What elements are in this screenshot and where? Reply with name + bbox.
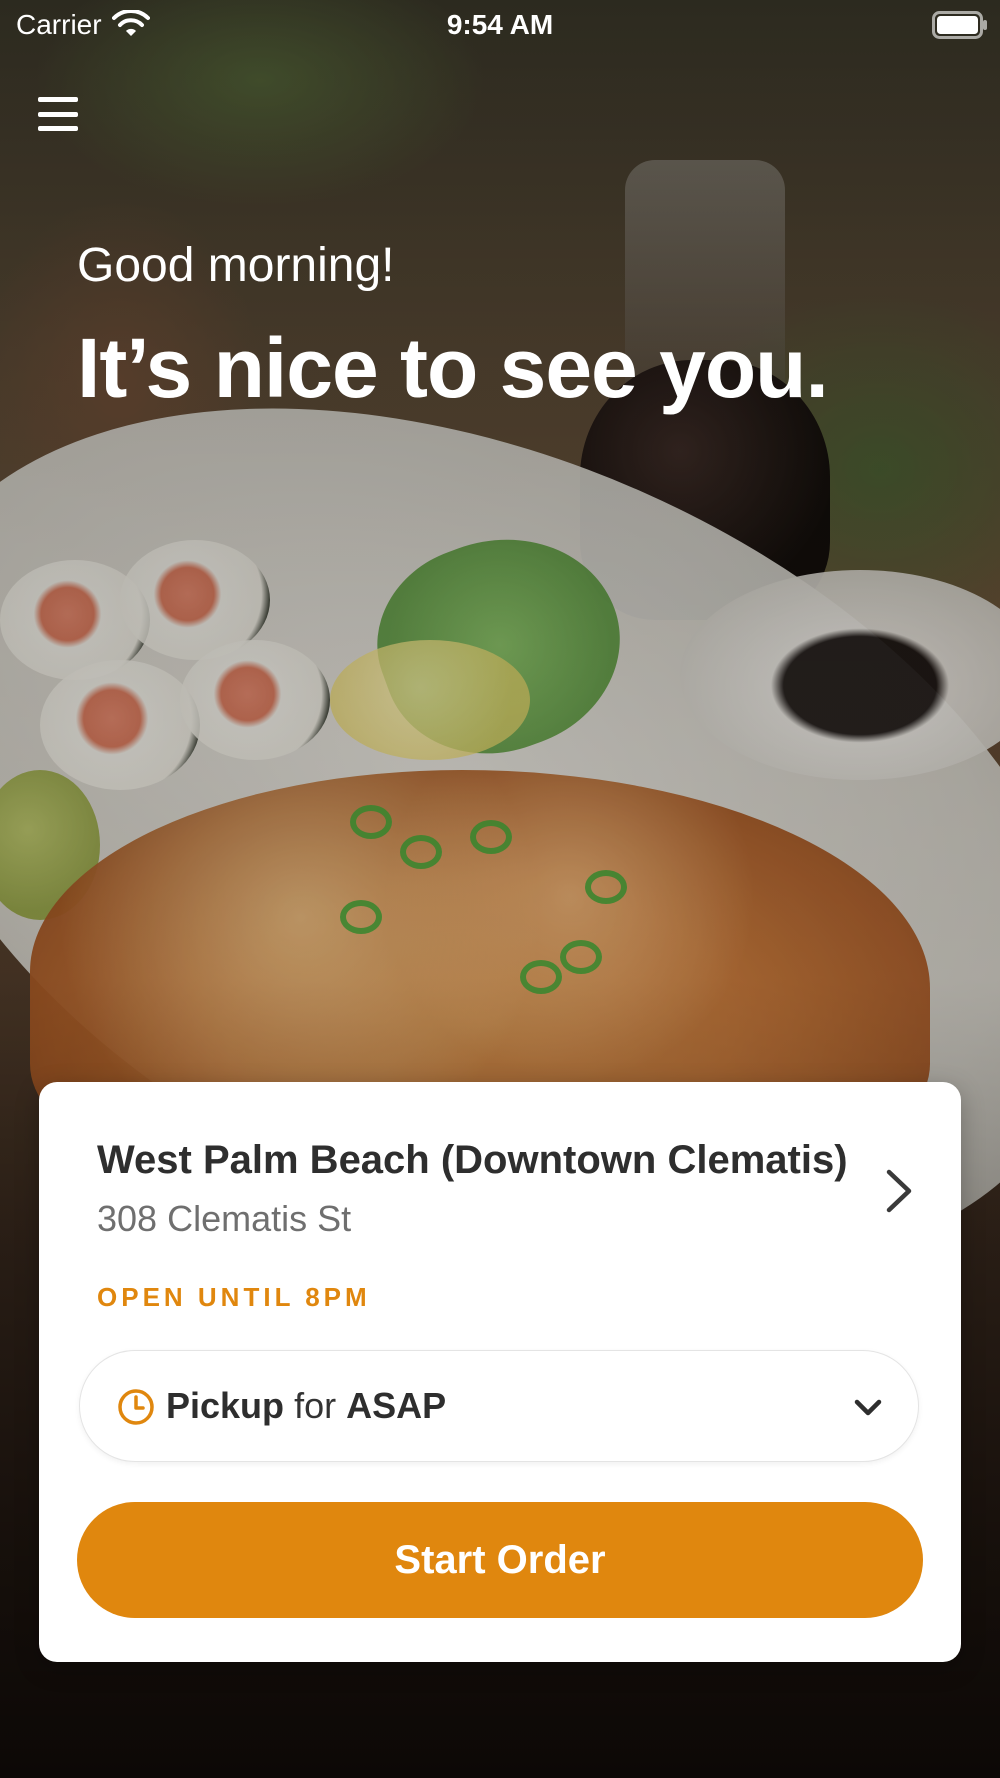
chevron-right-icon xyxy=(886,1169,912,1213)
clock-icon xyxy=(118,1389,154,1425)
location-card: West Palm Beach (Downtown Clematis) 308 … xyxy=(39,1082,961,1662)
location-name: West Palm Beach (Downtown Clematis) xyxy=(97,1138,848,1182)
app-screen: Carrier 9:54 AM Good morning! It’s nice … xyxy=(0,0,1000,1778)
order-mode-text: Pickup for ASAP xyxy=(166,1385,446,1427)
order-mode-time: ASAP xyxy=(346,1385,447,1426)
hours-status-label: OPEN UNTIL 8PM xyxy=(97,1282,371,1312)
status-time: 9:54 AM xyxy=(446,9,554,40)
battery-icon xyxy=(932,11,987,39)
location-address: 308 Clematis St xyxy=(97,1198,352,1239)
chevron-down-icon xyxy=(854,1399,882,1416)
greeting-headline: It’s nice to see you. xyxy=(77,321,829,415)
location-selector[interactable]: West Palm Beach (Downtown Clematis) 308 … xyxy=(97,1138,917,1248)
start-order-button[interactable]: Start Order xyxy=(77,1502,923,1618)
order-mode-selector[interactable]: Pickup for ASAP xyxy=(79,1350,919,1462)
status-bar: Carrier 9:54 AM xyxy=(0,0,1000,54)
order-mode-type: Pickup xyxy=(166,1385,285,1426)
greeting-subtitle: Good morning! xyxy=(77,239,395,292)
hamburger-menu-icon[interactable] xyxy=(38,94,78,134)
order-mode-connector: for xyxy=(294,1385,337,1426)
